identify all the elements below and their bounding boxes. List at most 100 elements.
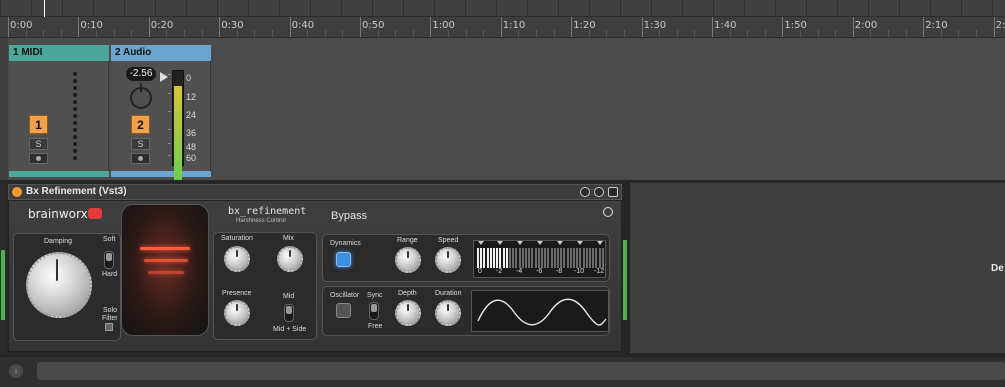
ruler-cell bbox=[465, 0, 496, 17]
volume-slider-handle[interactable] bbox=[160, 72, 168, 82]
speed-label: Speed bbox=[438, 237, 459, 244]
solo-filter-checkbox[interactable] bbox=[105, 323, 113, 331]
track-activator-2[interactable]: 2 bbox=[131, 115, 150, 134]
gain-reduction-segment bbox=[589, 248, 591, 268]
speed-knob[interactable] bbox=[435, 247, 461, 273]
ruler-label: 1:20 bbox=[573, 20, 596, 31]
ruler-cell bbox=[651, 0, 682, 17]
plugin-save-icon[interactable] bbox=[608, 187, 618, 197]
wrench-icon[interactable] bbox=[603, 207, 613, 217]
arrangement-gutter bbox=[0, 38, 8, 180]
ruler-label: 1:40 bbox=[714, 20, 737, 31]
ruler-label: 0:10 bbox=[80, 20, 103, 31]
track-header-midi[interactable]: 1 MIDI bbox=[9, 45, 109, 61]
meter-scale-label: 48 bbox=[186, 142, 197, 152]
gain-reduction-segment bbox=[480, 248, 483, 268]
presence-knob[interactable] bbox=[224, 300, 250, 326]
range-marker bbox=[497, 241, 503, 245]
ruler-cell bbox=[496, 0, 527, 17]
mix-label: Mix bbox=[283, 235, 294, 242]
ruler-minor-tick bbox=[536, 30, 537, 37]
gain-reduction-segment bbox=[569, 248, 572, 268]
gain-reduction-segment bbox=[525, 248, 527, 268]
range-scale-label: -8 bbox=[556, 268, 563, 275]
ruler-cell bbox=[372, 0, 403, 17]
soft-hard-switch[interactable] bbox=[104, 251, 114, 269]
ruler-cell bbox=[186, 0, 217, 17]
ruler-minor-tick bbox=[412, 30, 414, 37]
gain-reduction-segment bbox=[547, 248, 550, 268]
ruler-minor-tick bbox=[448, 30, 449, 37]
gain-reduction-segment bbox=[537, 248, 540, 268]
gain-reduction-segment bbox=[595, 248, 598, 268]
dynamics-toggle-button[interactable] bbox=[336, 252, 351, 267]
soft-label: Soft bbox=[103, 236, 116, 243]
meter-tick bbox=[168, 129, 171, 130]
mix-knob[interactable] bbox=[277, 246, 303, 272]
solo-button-audio[interactable]: S bbox=[131, 138, 150, 150]
ruler-cell bbox=[961, 0, 992, 17]
gain-reduction-segment bbox=[486, 248, 489, 268]
brand-logo: brainworx bbox=[28, 207, 88, 221]
ruler-scroll-strip[interactable] bbox=[0, 0, 1005, 17]
dynamics-label: Dynamics bbox=[330, 240, 361, 247]
range-marker bbox=[537, 241, 543, 245]
meter-tick bbox=[168, 111, 171, 112]
duration-knob[interactable] bbox=[435, 300, 461, 326]
device-activator-button[interactable] bbox=[12, 187, 22, 197]
track-header-audio[interactable]: 2 Audio bbox=[111, 45, 211, 61]
timeline-ruler[interactable]: 0:00 0:10 0:20 0:30 0:40 0:50 1:00 1:10 1:20 1:30… bbox=[0, 0, 1005, 38]
info-icon[interactable]: i bbox=[9, 364, 23, 378]
plugin-window-icon[interactable] bbox=[580, 187, 590, 197]
track-activator-1[interactable]: 1 bbox=[29, 115, 48, 134]
ruler-minor-tick bbox=[113, 30, 115, 37]
ruler-minor-tick bbox=[518, 30, 520, 37]
gain-reduction-segment bbox=[563, 248, 566, 268]
ruler-cell bbox=[744, 0, 775, 17]
gain-reduction-segment bbox=[518, 248, 521, 268]
sync-label: Sync bbox=[367, 292, 383, 299]
meter-tick bbox=[168, 74, 171, 75]
ruler-minor-tick bbox=[588, 30, 590, 37]
ruler-label: 0:20 bbox=[150, 20, 174, 31]
ruler-tick bbox=[712, 17, 713, 37]
playhead-marker[interactable] bbox=[44, 0, 45, 17]
ruler-minor-tick bbox=[236, 30, 238, 37]
ruler-cell bbox=[682, 0, 713, 17]
saturation-knob[interactable] bbox=[224, 246, 250, 272]
gain-reduction-segment bbox=[496, 248, 499, 268]
oscillator-toggle-button[interactable] bbox=[336, 303, 351, 318]
sync-free-switch[interactable] bbox=[369, 302, 379, 320]
ruler-tick bbox=[289, 17, 291, 37]
ruler-minor-tick bbox=[395, 30, 397, 37]
meter-scale-label: 24 bbox=[186, 110, 197, 120]
damping-knob[interactable] bbox=[26, 252, 92, 318]
ruler-minor-tick bbox=[606, 30, 608, 37]
ruler-cell bbox=[341, 0, 372, 17]
device-view-empty-area[interactable] bbox=[630, 183, 1005, 353]
range-scale-label: -10 bbox=[574, 268, 585, 275]
record-arm-button-audio[interactable] bbox=[131, 153, 150, 164]
plugin-title: Bx Refinement (Vst3) bbox=[26, 186, 127, 197]
ruler-minor-tick bbox=[888, 30, 889, 37]
ruler-minor-tick bbox=[747, 30, 749, 37]
tube-visual bbox=[121, 204, 209, 336]
depth-knob[interactable] bbox=[395, 300, 421, 326]
ruler-minor-tick bbox=[976, 30, 977, 37]
ruler-label: 0:50 bbox=[362, 20, 385, 31]
monitor-button-midi[interactable] bbox=[29, 153, 48, 164]
range-knob[interactable] bbox=[395, 247, 421, 273]
meter-tick bbox=[168, 143, 171, 144]
track-footer-midi bbox=[9, 171, 109, 177]
bypass-button[interactable]: Bypass bbox=[331, 210, 367, 222]
pan-knob[interactable] bbox=[130, 83, 152, 109]
ruler-cell bbox=[713, 0, 744, 17]
ruler-label: 1:00 bbox=[432, 20, 455, 31]
gain-reduction-segment bbox=[499, 248, 502, 268]
gain-reduction-segment bbox=[592, 248, 595, 268]
solo-button-midi[interactable]: S bbox=[29, 138, 48, 150]
plugin-settings-icon[interactable] bbox=[594, 187, 604, 197]
volume-field[interactable]: -2.56 bbox=[126, 67, 156, 81]
gain-reduction-segment bbox=[553, 248, 556, 268]
mid-side-switch[interactable] bbox=[284, 304, 294, 322]
